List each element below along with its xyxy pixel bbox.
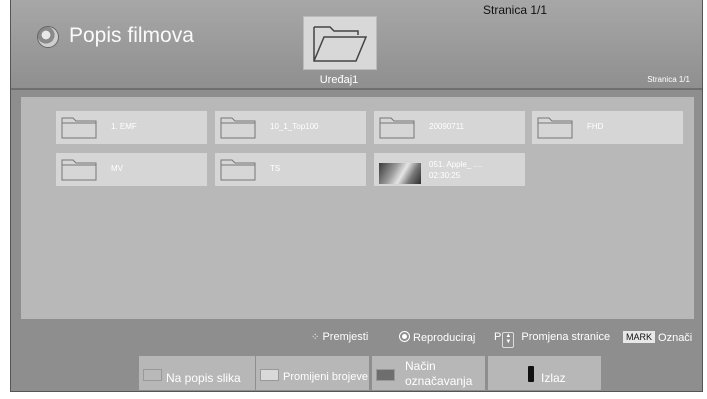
item-label: 1. EMF xyxy=(111,122,137,131)
hint-play: Reproduciraj xyxy=(399,331,475,344)
change-numbers-button[interactable]: Promijeni brojeve xyxy=(256,356,369,390)
yellow-key-icon xyxy=(376,369,395,381)
hint-page-change: P ▲ ▼ Promjena stranice xyxy=(494,331,610,348)
folder-item[interactable]: MV xyxy=(56,153,207,186)
device-label: Uređaj1 xyxy=(319,74,359,86)
to-pictures-button[interactable]: Na popis slika xyxy=(139,356,255,390)
folder-item[interactable]: FHD xyxy=(532,111,683,144)
item-label: TS xyxy=(270,164,281,173)
movie-reel-icon xyxy=(37,26,59,48)
device-folder-icon[interactable] xyxy=(303,16,377,70)
mark-mode-line2: označavanja xyxy=(405,374,473,388)
item-label: 20090711 xyxy=(429,122,464,131)
hint-play-label: Reproduciraj xyxy=(413,332,476,344)
folder-item[interactable]: 1. EMF xyxy=(56,111,207,144)
item-label: MV xyxy=(111,164,123,173)
folder-item[interactable]: TS xyxy=(215,153,366,186)
folder-icon xyxy=(220,159,256,181)
page-title: Popis filmova xyxy=(69,24,194,47)
file-grid: 1. EMF 10_1_Top100 20090711 FHD MV TS 05… xyxy=(21,97,694,319)
video-thumbnail xyxy=(379,163,421,184)
exit-button[interactable]: Izlaz xyxy=(488,356,601,390)
exit-key-icon xyxy=(528,366,534,382)
mark-mode-line1: Način xyxy=(405,359,436,373)
change-numbers-label: Promijeni brojeve xyxy=(283,371,368,383)
hint-bar: ⁘ Premjesti Reproduciraj P ▲ ▼ Promjena st… xyxy=(11,328,702,348)
green-key-icon xyxy=(260,369,279,381)
folder-icon xyxy=(61,117,97,139)
hint-mark: MARK Označi xyxy=(623,331,692,344)
to-pictures-label: Na popis slika xyxy=(166,371,241,385)
mark-mode-button[interactable]: Način označavanja xyxy=(372,356,485,390)
folder-icon xyxy=(379,117,415,139)
exit-label: Izlaz xyxy=(541,371,566,385)
page-up-down-icon: ▲ ▼ xyxy=(502,332,515,348)
mark-key-icon: MARK xyxy=(623,331,656,343)
video-item[interactable]: 051. Apple_ .... 02:30:25 xyxy=(374,153,525,186)
header-bar: Popis filmova Uređaj1 Stranica 1/1 Stran… xyxy=(11,0,702,88)
page-indicator: Stranica 1/1 xyxy=(647,75,690,84)
folder-item[interactable]: 10_1_Top100 xyxy=(215,111,366,144)
hint-move-label: Premjesti xyxy=(322,331,369,343)
move-arrows-icon: ⁘ xyxy=(311,332,320,343)
item-label: FHD xyxy=(587,122,604,131)
folder-item[interactable]: 20090711 xyxy=(374,111,525,144)
page-indicator-top: Stranica 1/1 xyxy=(483,3,548,17)
video-title: 051. Apple_ .... xyxy=(429,160,483,169)
media-browser-window: Popis filmova Uređaj1 Stranica 1/1 Stran… xyxy=(10,0,703,392)
item-label: 10_1_Top100 xyxy=(270,122,319,131)
folder-icon xyxy=(537,117,573,139)
video-duration: 02:30:25 xyxy=(429,171,461,180)
folder-open-icon xyxy=(313,26,368,62)
hint-move: ⁘ Premjesti xyxy=(311,331,368,343)
header-divider xyxy=(11,88,702,90)
hint-mark-label: Označi xyxy=(658,332,693,344)
red-key-icon xyxy=(143,369,162,381)
mark-mode-label: Način označavanja xyxy=(405,359,472,389)
hint-page-change-label: Promjena stranice xyxy=(521,331,611,343)
page-key-label: P xyxy=(494,331,502,343)
ok-button-icon xyxy=(399,331,410,342)
folder-icon xyxy=(220,117,256,139)
video-info: 051. Apple_ .... 02:30:25 xyxy=(429,159,482,181)
folder-icon xyxy=(61,159,97,181)
